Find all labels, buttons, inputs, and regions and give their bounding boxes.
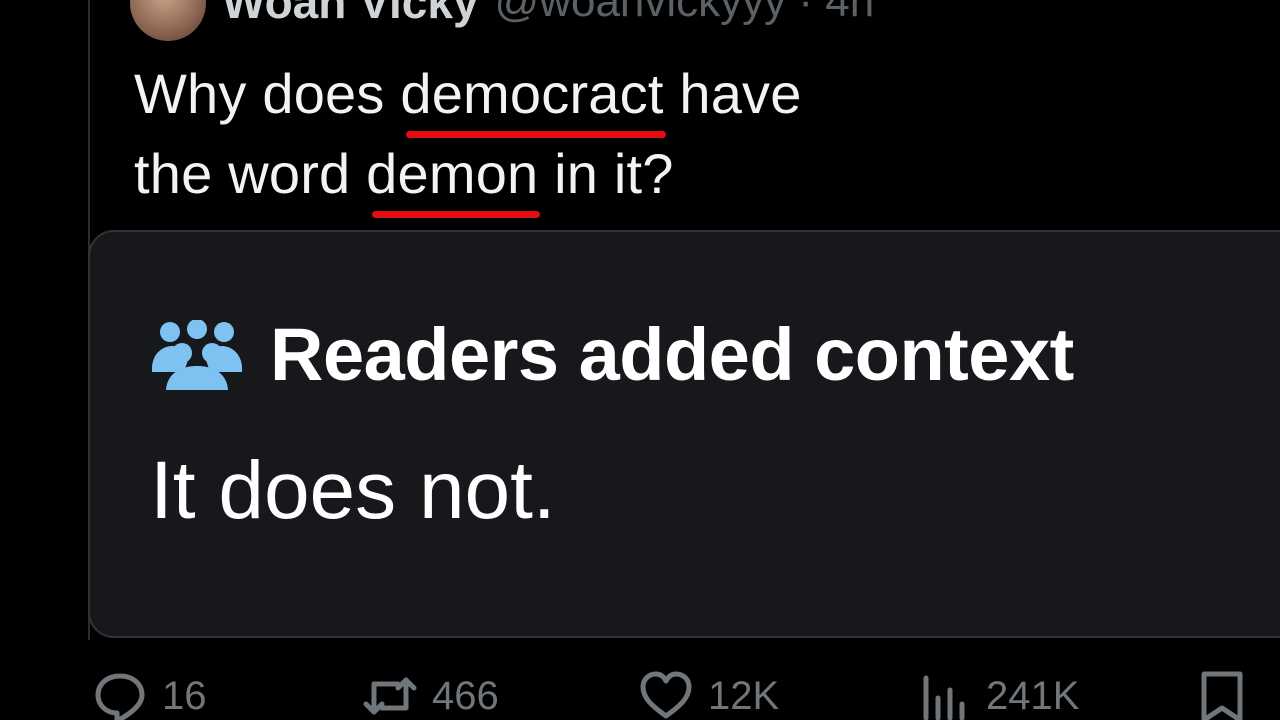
like-button[interactable]: 12K [638,668,779,720]
repost-button[interactable]: 466 [362,668,499,720]
reply-count: 16 [162,673,207,718]
views-icon [923,675,965,720]
tweet-header: Woah Vicky @woahvickyyy · 4h [130,0,875,41]
text-segment: Why does [134,62,401,125]
community-note-header: Readers added context [150,312,1074,397]
bookmark-button[interactable] [1194,668,1250,720]
text-segment: democract [400,62,664,125]
reply-icon [95,673,145,720]
tweet-text: Why does democract have the word demon i… [134,54,1034,218]
readers-group-icon [152,319,242,390]
tweet-text-line-1: Why does democract have [134,54,1034,138]
like-count: 12K [708,673,780,718]
views-button[interactable]: 241K [916,668,1079,720]
tweet-text-line-2: the word demon in it? [134,134,1034,218]
heart-icon [640,671,692,719]
reply-button[interactable]: 16 [92,668,207,720]
repost-count: 466 [432,673,499,718]
tweet-action-bar: 16 466 12K 241K [0,668,1280,720]
repost-icon [363,677,417,715]
text-segment: in it? [538,142,674,205]
author-handle[interactable]: @woahvickyyy · 4h [495,0,875,27]
community-note-body: It does not. [150,445,556,536]
text-segment: have [663,62,802,125]
text-segment: demon [366,142,539,205]
text-segment: the word [134,142,367,205]
community-note-title: Readers added context [270,313,1074,396]
avatar[interactable] [130,0,206,41]
views-count: 241K [986,673,1080,718]
red-underline-mark [372,211,541,218]
tweet-screenshot: Woah Vicky @woahvickyyy · 4h Why does de… [0,0,1280,720]
underlined-word-demon: demon [366,134,541,218]
bookmark-icon [1201,671,1243,720]
author-display-name[interactable]: Woah Vicky [222,0,479,29]
community-note-card[interactable]: Readers added context It does not. [88,230,1280,638]
underlined-word-democract: democract [400,54,666,138]
